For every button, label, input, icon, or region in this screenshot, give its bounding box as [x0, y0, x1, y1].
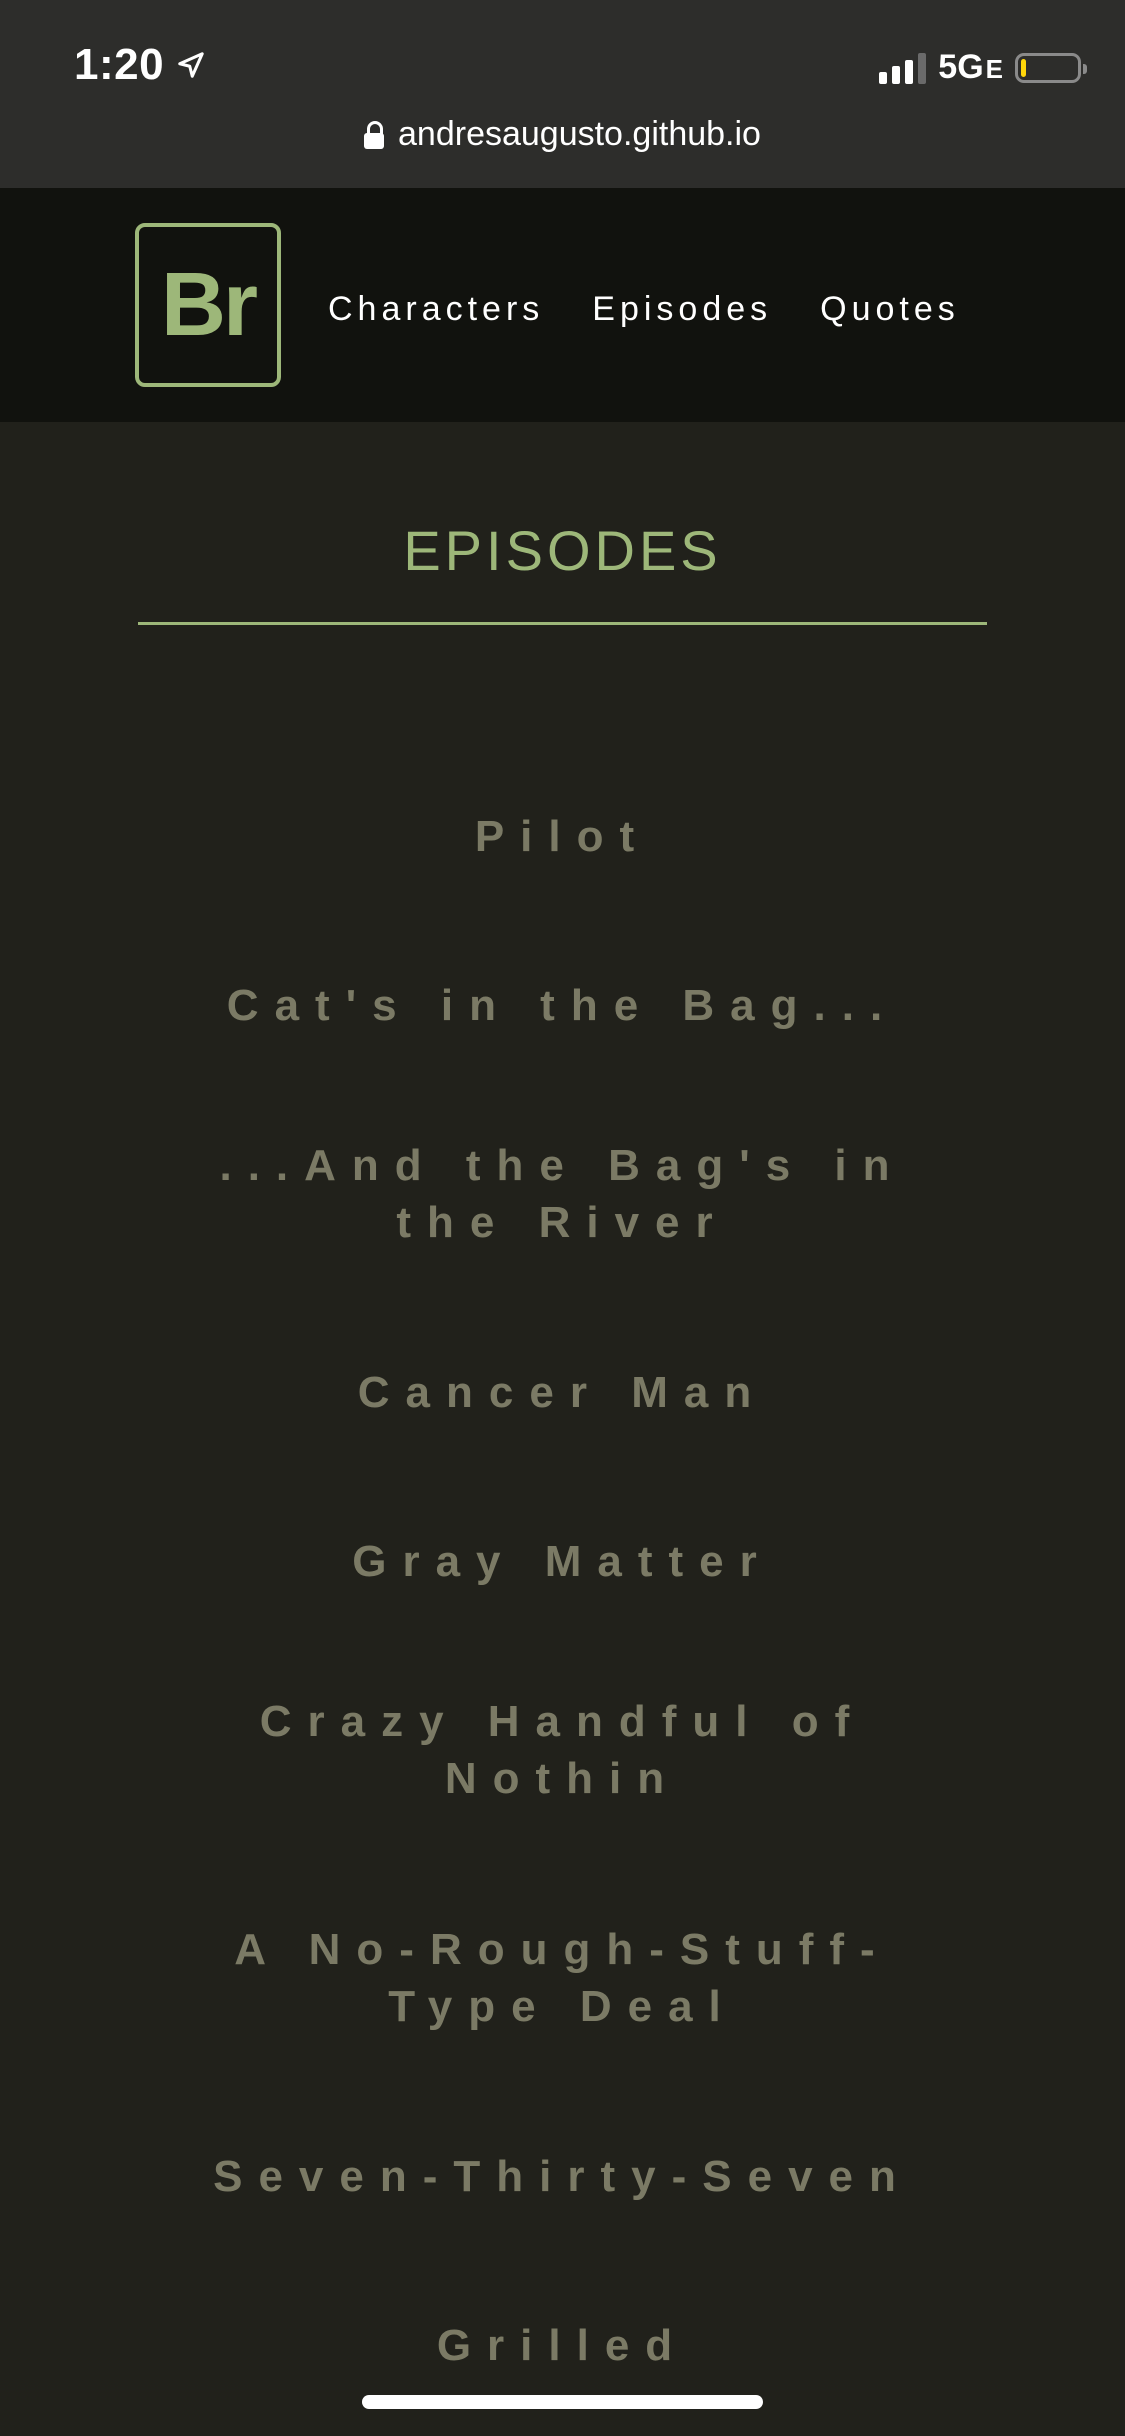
episode-item[interactable]: Crazy Handful of Nothin [160, 1693, 965, 1807]
url-bar[interactable]: andresaugusto.github.io [0, 115, 1125, 154]
episode-item[interactable]: Pilot [160, 808, 965, 865]
cellular-signal-icon [879, 52, 927, 84]
battery-level [1021, 58, 1026, 77]
lock-icon [364, 120, 385, 149]
network-main-label: 5G [938, 48, 984, 86]
clock: 1:20 [74, 40, 165, 89]
logo-text: Br [160, 254, 258, 355]
nav-episodes[interactable]: Episodes [592, 290, 772, 329]
main-nav: Characters Episodes Quotes [328, 290, 960, 329]
nav-characters[interactable]: Characters [328, 290, 544, 329]
battery-icon [1015, 52, 1087, 83]
episode-item[interactable]: Cat's in the Bag... [160, 977, 965, 1034]
browser-chrome: 1:20 5G E andresaugusto.github.io [0, 0, 1125, 188]
episode-item[interactable]: Seven-Thirty-Seven [160, 2148, 965, 2205]
status-indicators: 5G E [879, 48, 1087, 87]
title-divider [138, 622, 987, 625]
location-arrow-icon [178, 52, 204, 78]
nav-quotes[interactable]: Quotes [820, 290, 960, 329]
site-header: Br Characters Episodes Quotes [0, 188, 1125, 422]
episode-item[interactable]: Grilled [160, 2317, 965, 2374]
episode-item[interactable]: Cancer Man [160, 1364, 965, 1421]
page-title: EPISODES [403, 519, 722, 582]
status-time: 1:20 [74, 40, 206, 90]
network-type: 5G E [938, 48, 1003, 87]
home-indicator[interactable] [362, 2395, 763, 2409]
logo[interactable]: Br [135, 223, 281, 387]
episode-item[interactable]: Gray Matter [160, 1533, 965, 1590]
url-text: andresaugusto.github.io [398, 115, 761, 153]
episode-item[interactable]: A No-Rough-Stuff-Type Deal [160, 1921, 965, 2035]
network-sub-label: E [985, 54, 1003, 84]
episode-item[interactable]: ...And the Bag's in the River [160, 1137, 965, 1251]
